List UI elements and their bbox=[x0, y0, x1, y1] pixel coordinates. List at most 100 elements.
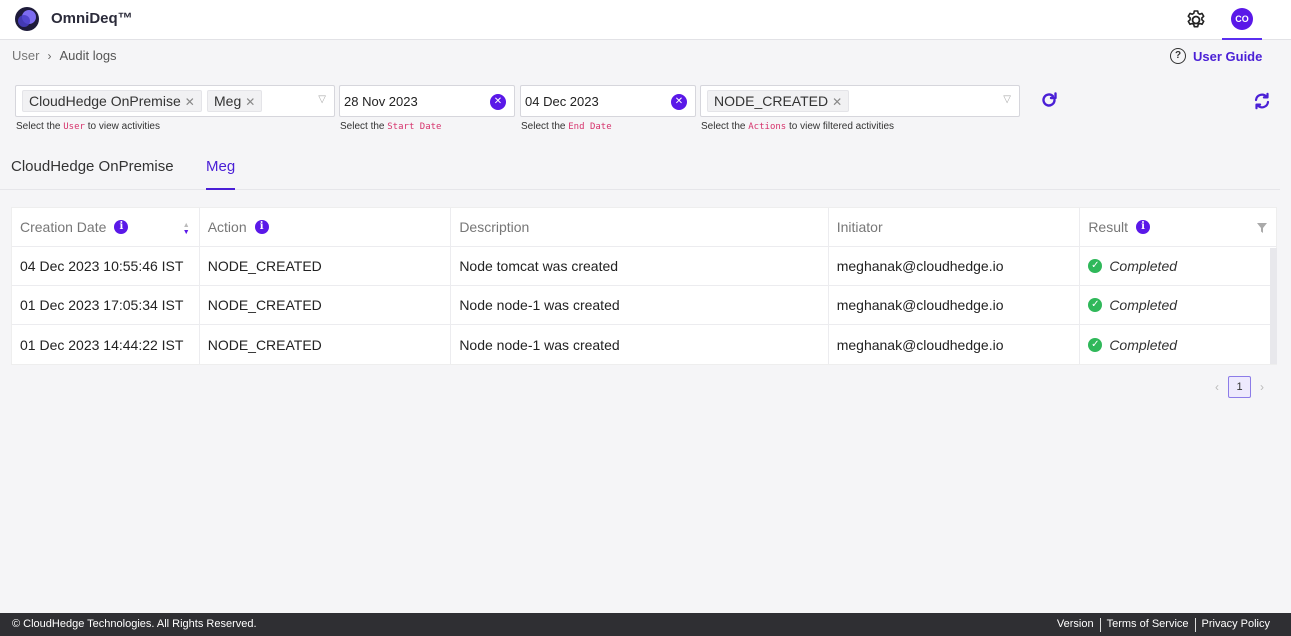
table-header: Creation Date i ▲ ▼ Action i Description … bbox=[12, 208, 1276, 247]
footer: © CloudHedge Technologies. All Rights Re… bbox=[0, 613, 1291, 636]
hint-text: to view activities bbox=[87, 121, 160, 132]
check-circle-icon: ✓ bbox=[1088, 298, 1103, 312]
hint-text: Select the bbox=[340, 121, 385, 132]
hint-text: Select the bbox=[521, 121, 566, 132]
chevron-right-icon[interactable]: › bbox=[1255, 380, 1269, 394]
cell-description: Node node-1 was created bbox=[451, 286, 829, 324]
cell-action: NODE_CREATED bbox=[200, 286, 452, 324]
chevron-down-icon[interactable]: ▽ bbox=[318, 94, 326, 105]
user-tabs: CloudHedge OnPremise Meg bbox=[0, 150, 1280, 190]
divider bbox=[1194, 618, 1196, 632]
hint-code: Start Date bbox=[387, 122, 442, 132]
cell-result: ✓ Completed bbox=[1080, 247, 1276, 285]
cell-initiator: meghanak@cloudhedge.io bbox=[829, 286, 1081, 324]
table-row: 04 Dec 2023 10:55:46 IST NODE_CREATED No… bbox=[12, 247, 1276, 286]
app-name: OmniDeq™ bbox=[51, 10, 133, 27]
user-select[interactable]: CloudHedge OnPremise ✕ Meg ✕ ▽ bbox=[15, 85, 335, 117]
audit-log-table: Creation Date i ▲ ▼ Action i Description … bbox=[11, 207, 1277, 365]
table-scrollbar[interactable] bbox=[1270, 248, 1277, 364]
clear-icon[interactable]: ✕ bbox=[671, 94, 687, 110]
question-circle-icon: ? bbox=[1170, 48, 1186, 64]
close-icon[interactable]: ✕ bbox=[245, 95, 255, 109]
chevron-left-icon[interactable]: ‹ bbox=[1210, 380, 1224, 394]
clear-icon[interactable]: ✕ bbox=[490, 94, 506, 110]
actions-hint: Select the Actions to view filtered acti… bbox=[701, 121, 894, 132]
gear-icon[interactable] bbox=[1184, 8, 1208, 32]
refresh-icon[interactable] bbox=[1040, 91, 1058, 109]
table-row: 01 Dec 2023 17:05:34 IST NODE_CREATED No… bbox=[12, 286, 1276, 325]
action-chip-node-created: NODE_CREATED ✕ bbox=[707, 90, 850, 112]
hint-code: End Date bbox=[568, 122, 612, 132]
actions-select[interactable]: NODE_CREATED ✕ ▽ bbox=[700, 85, 1020, 117]
chip-label: CloudHedge OnPremise bbox=[29, 93, 181, 109]
end-date-input[interactable]: 04 Dec 2023 ✕ bbox=[520, 85, 696, 117]
chevron-right-icon: › bbox=[47, 48, 52, 63]
result-label: Completed bbox=[1109, 336, 1178, 353]
tab-cloudhedge-onpremise[interactable]: CloudHedge OnPremise bbox=[11, 158, 174, 190]
pagination: ‹ 1 › bbox=[1210, 376, 1269, 398]
column-label: Initiator bbox=[836, 219, 883, 235]
cell-initiator: meghanak@cloudhedge.io bbox=[829, 247, 1081, 285]
column-action: Action i bbox=[200, 208, 452, 246]
hint-text: to view filtered activities bbox=[788, 121, 895, 132]
sync-icon[interactable] bbox=[1253, 92, 1271, 110]
cell-description: Node node-1 was created bbox=[451, 325, 829, 364]
column-result: Result i bbox=[1080, 208, 1276, 246]
check-circle-icon: ✓ bbox=[1088, 259, 1103, 273]
footer-links: Version Terms of Service Privacy Policy bbox=[1052, 618, 1275, 632]
end-date-hint: Select the End Date bbox=[521, 121, 612, 132]
start-date-value: 28 Nov 2023 bbox=[344, 94, 418, 109]
column-initiator: Initiator bbox=[829, 208, 1081, 246]
table-row: 01 Dec 2023 14:44:22 IST NODE_CREATED No… bbox=[12, 325, 1276, 364]
breadcrumb: User › Audit logs bbox=[12, 48, 117, 63]
top-header: OmniDeq™ CO bbox=[0, 0, 1291, 40]
info-icon[interactable]: i bbox=[114, 220, 129, 234]
column-label: Description bbox=[459, 219, 530, 235]
cell-result: ✓ Completed bbox=[1080, 325, 1276, 364]
check-circle-icon: ✓ bbox=[1088, 337, 1103, 352]
chevron-down-icon[interactable]: ▽ bbox=[1003, 94, 1011, 105]
sort-icon[interactable]: ▲ ▼ bbox=[183, 222, 190, 236]
column-label: Creation Date bbox=[20, 219, 107, 235]
page-button-1[interactable]: 1 bbox=[1228, 376, 1251, 398]
breadcrumb-user[interactable]: User bbox=[12, 48, 39, 63]
start-date-input[interactable]: 28 Nov 2023 ✕ bbox=[339, 85, 515, 117]
info-icon[interactable]: i bbox=[254, 220, 269, 234]
cell-result: ✓ Completed bbox=[1080, 286, 1276, 324]
column-label: Result bbox=[1088, 219, 1128, 235]
avatar[interactable]: CO bbox=[1231, 8, 1253, 30]
omnideq-logo-icon[interactable] bbox=[14, 6, 40, 32]
version-link[interactable]: Version bbox=[1052, 618, 1099, 632]
tab-meg[interactable]: Meg bbox=[206, 158, 236, 190]
filter-icon[interactable] bbox=[1257, 223, 1268, 233]
close-icon[interactable]: ✕ bbox=[832, 95, 842, 109]
user-hint: Select the User to view activities bbox=[16, 121, 160, 132]
privacy-link[interactable]: Privacy Policy bbox=[1197, 618, 1275, 632]
user-guide-link[interactable]: ? User Guide bbox=[1170, 48, 1262, 64]
hint-text: Select the bbox=[16, 121, 61, 132]
cell-date: 04 Dec 2023 10:55:46 IST bbox=[12, 247, 200, 285]
hint-text: Select the bbox=[701, 121, 746, 132]
column-description: Description bbox=[451, 208, 829, 246]
hint-code: User bbox=[63, 122, 85, 132]
user-guide-label: User Guide bbox=[1193, 48, 1263, 64]
copyright-text: © CloudHedge Technologies. All Rights Re… bbox=[12, 618, 257, 630]
cell-action: NODE_CREATED bbox=[200, 247, 452, 285]
cell-initiator: meghanak@cloudhedge.io bbox=[829, 325, 1081, 364]
user-menu[interactable]: CO bbox=[1222, 0, 1262, 40]
info-icon[interactable]: i bbox=[1136, 220, 1150, 234]
close-icon[interactable]: ✕ bbox=[185, 95, 195, 109]
user-chip-meg: Meg ✕ bbox=[207, 90, 263, 112]
hint-code: Actions bbox=[748, 122, 787, 132]
cell-date: 01 Dec 2023 14:44:22 IST bbox=[12, 325, 200, 364]
column-label: Action bbox=[207, 219, 247, 235]
cell-date: 01 Dec 2023 17:05:34 IST bbox=[12, 286, 200, 324]
result-label: Completed bbox=[1109, 258, 1178, 274]
cell-action: NODE_CREATED bbox=[200, 325, 452, 364]
terms-link[interactable]: Terms of Service bbox=[1102, 618, 1194, 632]
user-chip-cloudhedge: CloudHedge OnPremise ✕ bbox=[22, 90, 202, 112]
start-date-hint: Select the Start Date bbox=[340, 121, 441, 132]
divider bbox=[1099, 618, 1101, 632]
cell-description: Node tomcat was created bbox=[451, 247, 829, 285]
column-creation-date[interactable]: Creation Date i ▲ ▼ bbox=[12, 208, 200, 246]
